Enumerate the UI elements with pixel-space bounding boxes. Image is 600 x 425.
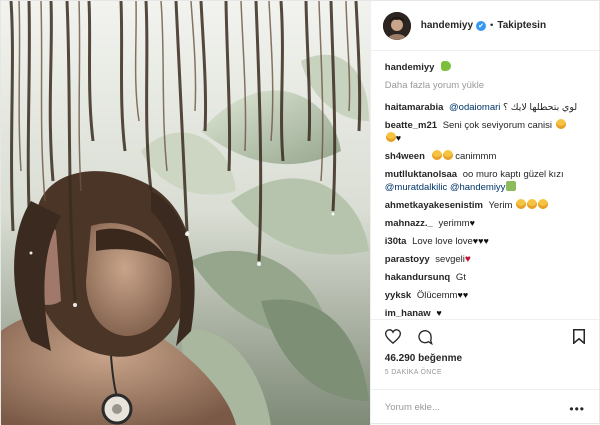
comment-text: Gt [455,272,466,283]
instagram-post: handemiyy ✔ • Takiptesin handemiyy Daha … [0,0,600,425]
smiley-emoji-icon [385,132,396,142]
comment-text: Ölücemm [416,290,458,301]
post-header: handemiyy ✔ • Takiptesin [370,1,599,51]
comment-text: Yerim [488,200,513,211]
header-separator: • [490,20,494,31]
comment-username[interactable]: ahmetkayakesenistim [385,200,483,211]
list-item: parastoyy sevgeli♥ [385,253,585,266]
avatar-image [382,11,411,40]
post-sidebar: handemiyy ✔ • Takiptesin handemiyy Daha … [369,1,599,425]
avatar[interactable] [382,11,411,40]
smiley-emoji-icon [516,199,527,209]
list-item: haitamarabia @odaiomari لوي بتحطلها لايك… [385,101,585,114]
list-item: mutlluktanolsaa oo muro kaptı güzel kızı… [385,168,585,194]
comment-mention[interactable]: @odaiomari [449,102,500,113]
smiley-emoji-icon [431,150,442,160]
smiley-emoji-icon [538,199,549,209]
more-options-icon[interactable]: ••• [569,402,585,416]
black-heart-icon: ♥ [469,218,475,228]
comment-text: لوي بتحطلها لايك ؟ [503,102,578,113]
comment-username[interactable]: hakandursunq [385,272,450,283]
comment-username[interactable]: parastoyy [385,254,430,265]
list-item: im_hanaw ♥ [385,307,585,319]
add-comment-placeholder: Yorum ekle... [384,402,440,413]
follow-status-button[interactable]: Takiptesin [497,20,546,31]
add-comment-field[interactable]: Yorum ekle... ••• [370,389,599,425]
comment-text: canimmm [455,151,497,162]
bookmark-icon[interactable] [573,329,585,347]
comment-text: Seni çok seviyorum canisi [442,120,552,131]
list-item: sh4ween canimmm [385,150,585,163]
like-heart-icon[interactable] [384,329,401,344]
comment-username[interactable]: sh4ween [385,151,425,162]
comment-bubble-icon[interactable] [417,329,433,345]
comment-username[interactable]: yyksk [385,290,411,301]
header-username[interactable]: handemiyy [421,20,473,31]
crocodile-emoji-icon [441,61,452,71]
comment-text: yerimm [438,218,470,229]
comment-username[interactable]: haitamarabia [385,102,444,113]
comment-username[interactable]: mahnazz._ [385,218,433,229]
caption: handemiyy [385,61,585,74]
black-heart-icon: ♥ [436,308,442,318]
list-item: yyksk Ölücemm♥♥ [385,289,585,302]
list-item: ahmetkayakesenistim Yerim [385,199,585,212]
black-heart-icon: ♥♥ [457,290,469,300]
caption-username[interactable]: handemiyy [385,62,435,73]
likes-count[interactable]: 46.290 beğenme [371,353,599,369]
comment-text: oo muro kaptı güzel kızı [462,169,564,180]
list-item: beatte_m21 Seni çok seviyorum canisi ♥ [385,119,585,145]
comment-text: Love love love [412,236,473,247]
list-item: hakandursunq Gt [385,271,585,284]
verified-icon: ✔ [476,20,487,31]
comments-list: handemiyy Daha fazla yorum yükle haitama… [371,51,599,319]
comment-text: sevgeli [435,254,465,265]
comment-username[interactable]: beatte_m21 [385,120,437,131]
smiley-emoji-icon [527,199,538,209]
comment-username[interactable]: i30ta [385,236,407,247]
post-timestamp: 5 DAKİKA ÖNCE [384,369,442,376]
comment-mention[interactable]: @handemiyy [450,182,506,193]
black-heart-icon: ♥♥♥ [472,236,489,246]
broken-heart-icon: ♥ [464,254,471,265]
smiley-emoji-icon [555,119,566,129]
money-emoji-icon [506,181,517,191]
post-photo[interactable] [1,1,370,425]
smiley-emoji-icon [442,150,453,160]
comment-username[interactable]: im_hanaw [385,308,431,319]
load-more-comments-button[interactable]: Daha fazla yorum yükle [385,80,585,91]
comment-username[interactable]: mutlluktanolsaa [385,169,457,180]
black-heart-icon: ♥ [395,133,402,143]
photo-illustration [1,1,370,425]
list-item: mahnazz._ yerimm♥ [385,217,585,230]
comment-mention[interactable]: @muratdalkilic [385,182,447,193]
action-bar [370,319,599,353]
list-item: i30ta Love love love♥♥♥ [385,235,585,248]
